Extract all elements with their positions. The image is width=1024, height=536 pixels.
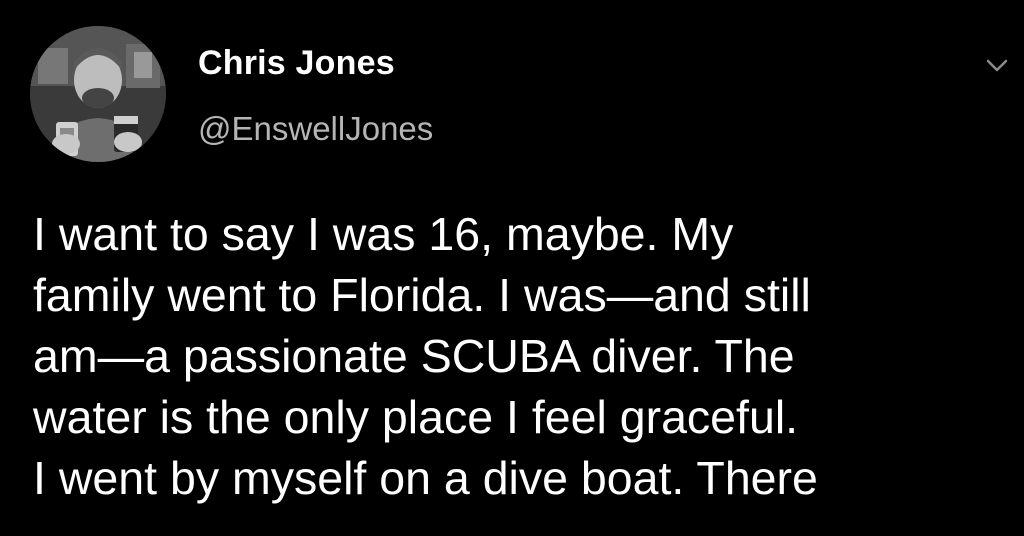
avatar[interactable]: [30, 26, 166, 162]
tweet-text: I want to say I was 16, maybe. My family…: [33, 204, 1018, 509]
tweet-text-line: family went to Florida. I was—and still: [33, 269, 811, 321]
tweet-text-line: am—a passionate SCUBA diver. The: [33, 330, 795, 382]
author-handle[interactable]: @EnswellJones: [198, 110, 433, 148]
tweet-text-line: water is the only place I feel graceful.: [33, 391, 799, 443]
author-name[interactable]: Chris Jones: [198, 44, 395, 83]
avatar-photo-icon: [30, 26, 166, 162]
tweet-text-line: I went by myself on a dive boat. There: [33, 452, 818, 504]
tweet-text-line: I want to say I was 16, maybe. My: [33, 208, 734, 260]
tweet-card: Chris Jones @EnswellJones I want to say …: [0, 0, 1024, 536]
chevron-down-icon[interactable]: [982, 50, 1012, 80]
